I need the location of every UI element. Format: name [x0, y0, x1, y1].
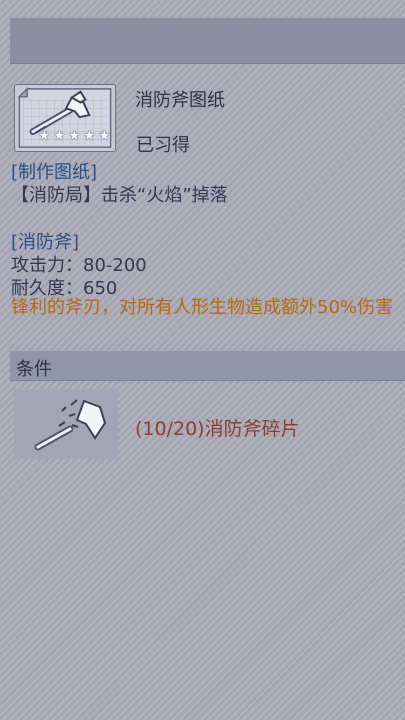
weapon-description: 锋利的斧刃，对所有人形生物造成额外50%伤害: [11, 297, 394, 318]
fire-axe-blueprint-card[interactable]: ★ ★ ★ ★ ★: [14, 84, 116, 152]
star-icon: ★: [98, 128, 111, 144]
star-icon: ★: [38, 128, 51, 144]
rarity-stars: ★ ★ ★ ★ ★: [38, 129, 112, 143]
top-title-bar: [10, 17, 405, 64]
crafting-source: 【消防局】击杀“火焰”掉落: [11, 185, 228, 206]
condition-bar: 条件: [10, 350, 405, 381]
star-icon: ★: [53, 128, 66, 144]
material-card[interactable]: [14, 389, 118, 459]
star-icon: ★: [68, 128, 81, 144]
condition-label: 条件: [16, 359, 52, 380]
star-icon: ★: [83, 128, 96, 144]
item-status: 已习得: [136, 135, 190, 156]
material-requirement: (10/20)消防斧碎片: [135, 418, 300, 440]
fire-axe-fragment-icon: [14, 389, 118, 459]
item-name: 消防斧图纸: [135, 90, 225, 111]
